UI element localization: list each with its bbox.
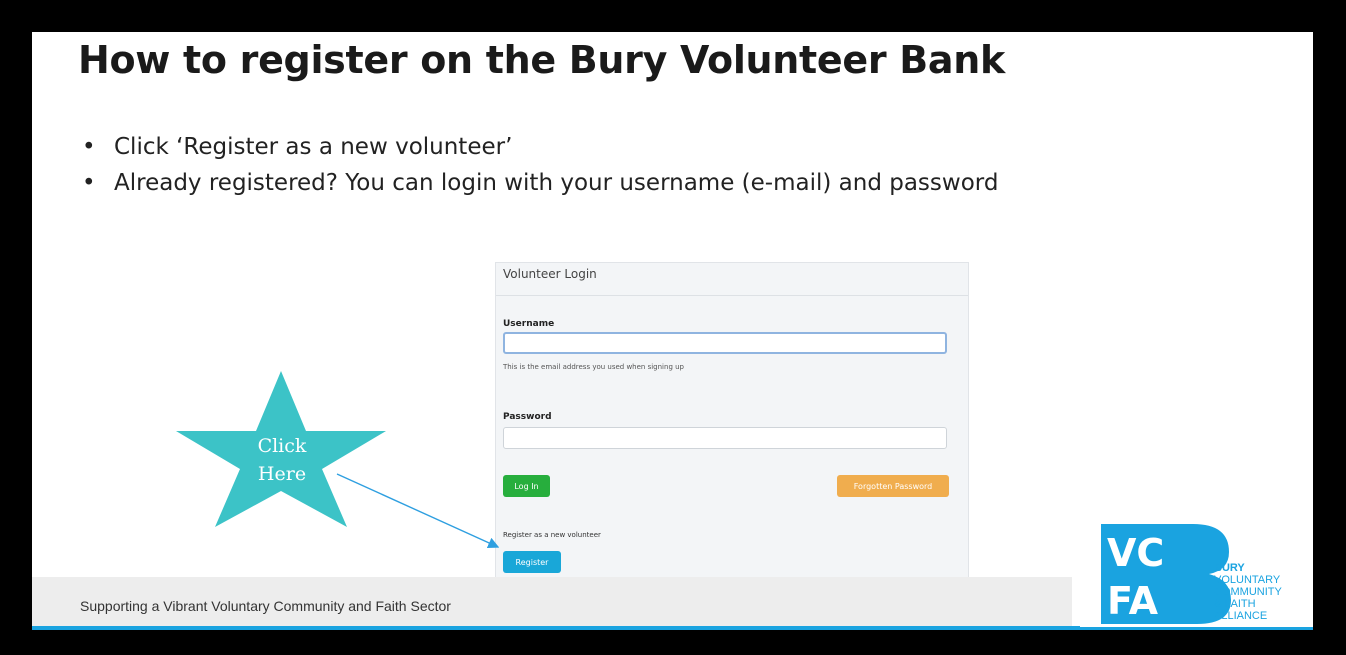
- username-label: Username: [503, 319, 555, 329]
- panel-title: Volunteer Login: [503, 267, 597, 281]
- logo-wordmark: BURY VOLUNTARY COMMUNITY & FAITH ALLIANC…: [1214, 562, 1282, 622]
- username-help-text: This is the email address you used when …: [503, 363, 684, 371]
- logo-letters-bottom: FA: [1107, 579, 1159, 623]
- instruction-list: Click ‘Register as a new volunteer’ Alre…: [82, 129, 998, 201]
- forgot-password-button[interactable]: Forgotten Password: [837, 475, 949, 497]
- password-input[interactable]: [503, 427, 947, 449]
- footer-tagline: Supporting a Vibrant Voluntary Community…: [80, 598, 451, 614]
- slide-title: How to register on the Bury Volunteer Ba…: [78, 38, 1005, 82]
- instruction-item: Already registered? You can login with y…: [82, 165, 998, 201]
- vcfa-logo-icon: VC FA: [1101, 524, 1231, 624]
- panel-divider: [496, 295, 968, 296]
- register-button[interactable]: Register: [503, 551, 561, 573]
- password-label: Password: [503, 412, 552, 422]
- logo-letters-top: VC: [1107, 531, 1164, 575]
- click-here-label: Click Here: [257, 435, 307, 485]
- register-prompt: Register as a new volunteer: [503, 531, 601, 539]
- login-button[interactable]: Log In: [503, 475, 550, 497]
- username-input[interactable]: [503, 332, 947, 354]
- slide: How to register on the Bury Volunteer Ba…: [32, 32, 1313, 630]
- volunteer-login-panel: Volunteer Login Username This is the ema…: [495, 262, 969, 609]
- instruction-item: Click ‘Register as a new volunteer’: [82, 129, 998, 165]
